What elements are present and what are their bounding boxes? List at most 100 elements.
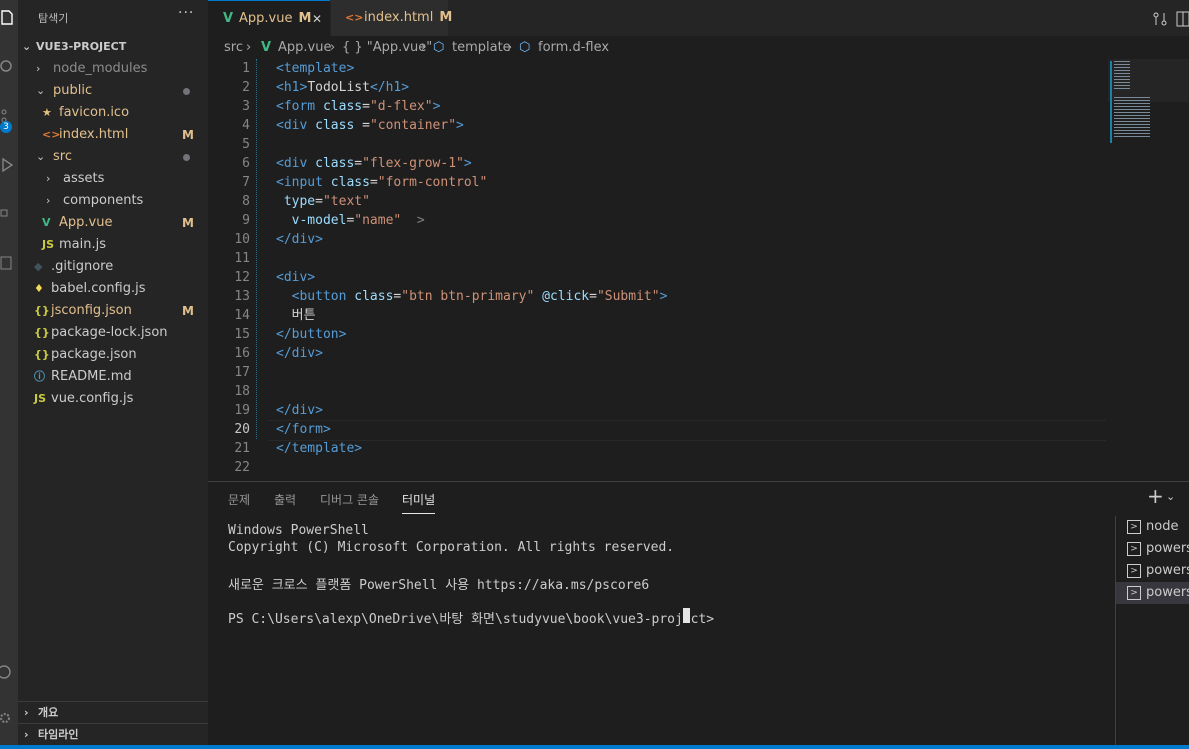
file-item[interactable]: <> index.html M bbox=[18, 124, 204, 146]
code-token: type bbox=[283, 194, 316, 209]
terminal-name: node bbox=[1146, 519, 1179, 534]
project-name: VUE3-PROJECT bbox=[36, 40, 127, 53]
code-line: v-model="name" > bbox=[276, 211, 425, 230]
folder-item[interactable]: ⌄ src bbox=[18, 146, 204, 168]
tab-problems[interactable]: 문제 bbox=[228, 491, 250, 508]
folder-item[interactable]: › assets bbox=[18, 168, 204, 190]
file-type-icon: <> bbox=[42, 128, 61, 141]
file-item[interactable]: JS main.js bbox=[18, 234, 204, 256]
terminal-name: powershell bbox=[1146, 563, 1189, 578]
chevron-down-icon[interactable]: ⌄ bbox=[1166, 490, 1175, 503]
file-item[interactable]: {} package-lock.json bbox=[18, 322, 204, 344]
file-item[interactable]: JS vue.config.js bbox=[18, 388, 204, 410]
file-type-icon: ⓘ bbox=[34, 370, 45, 383]
file-item[interactable]: ⓘ README.md bbox=[18, 366, 204, 388]
code-token: </div> bbox=[276, 403, 323, 418]
code-token: = bbox=[589, 289, 597, 304]
minimap[interactable] bbox=[1108, 59, 1189, 159]
tab-debug-console[interactable]: 디버그 콘솔 bbox=[320, 491, 379, 508]
file-item[interactable]: ★ favicon.ico bbox=[18, 102, 204, 124]
file-item[interactable]: V App.vue M bbox=[18, 212, 204, 234]
file-item[interactable]: ◆ .gitignore bbox=[18, 256, 204, 278]
close-icon[interactable]: ✕ bbox=[312, 1, 322, 37]
file-item[interactable]: {} package.json bbox=[18, 344, 204, 366]
tree-item-label: App.vue bbox=[59, 215, 113, 230]
tab-output[interactable]: 출력 bbox=[274, 491, 296, 508]
file-type-icon: JS bbox=[34, 392, 47, 405]
code-line: </div> bbox=[276, 344, 323, 363]
code-token: class bbox=[315, 156, 355, 171]
line-number: 4 bbox=[242, 118, 250, 133]
line-number: 17 bbox=[234, 365, 250, 380]
run-debug-icon[interactable] bbox=[0, 157, 16, 173]
breadcrumb-form[interactable]: form.d-flex bbox=[538, 37, 609, 59]
code-line: <div class="flex-grow-1"> bbox=[276, 154, 472, 173]
tree-item-label: main.js bbox=[59, 237, 106, 252]
project-root[interactable]: ⌄ VUE3-PROJECT bbox=[18, 36, 204, 58]
file-item[interactable]: ♦ babel.config.js bbox=[18, 278, 204, 300]
compare-changes-icon[interactable] bbox=[1152, 11, 1168, 27]
terminal-list-item[interactable]: > powershell bbox=[1116, 538, 1189, 560]
terminal-line: Copyright (C) Microsoft Corporation. All… bbox=[228, 540, 675, 555]
tab-terminal[interactable]: 터미널 bbox=[402, 491, 436, 514]
search-icon[interactable] bbox=[0, 60, 16, 76]
code-line: <form class="d-flex"> bbox=[276, 97, 440, 116]
folder-item[interactable]: › components bbox=[18, 190, 204, 212]
code-line: type="text" bbox=[276, 192, 370, 211]
remote-explorer-icon[interactable] bbox=[0, 255, 16, 271]
code-token: class bbox=[330, 175, 370, 190]
code-token: > bbox=[416, 213, 425, 228]
modified-badge: M bbox=[182, 128, 194, 142]
gear-icon[interactable] bbox=[0, 710, 16, 726]
code-token: TodoList bbox=[307, 80, 370, 95]
breadcrumb-src[interactable]: src bbox=[224, 37, 243, 59]
html-file-icon: <> bbox=[345, 11, 364, 24]
explorer-icon[interactable] bbox=[0, 10, 16, 26]
tree-item-label: favicon.ico bbox=[59, 105, 130, 120]
chevron-right-icon: › bbox=[46, 194, 51, 207]
file-item[interactable]: {} jsconfig.json M bbox=[18, 300, 204, 322]
element-icon: ⬡ bbox=[433, 40, 445, 55]
code-token: "form-control" bbox=[377, 175, 488, 190]
code-token: > bbox=[432, 99, 441, 114]
timeline-section[interactable]: › 타임라인 bbox=[18, 723, 208, 746]
terminal-list-item[interactable]: > powershell bbox=[1116, 560, 1189, 582]
code-token: > bbox=[456, 118, 464, 133]
line-number: 20 bbox=[234, 422, 250, 437]
line-number: 19 bbox=[234, 403, 250, 418]
breadcrumb-module[interactable]: { } "App.vue" bbox=[342, 37, 432, 59]
file-type-icon: ★ bbox=[42, 106, 52, 119]
tab-index-html[interactable]: <> index.html M bbox=[331, 0, 452, 36]
code-editor[interactable]: 1 <template> 2 <h1>TodoList</h1> 3 <form clas… bbox=[208, 59, 1189, 480]
explorer-title: 탐색기 bbox=[38, 12, 69, 25]
line-number: 14 bbox=[234, 308, 250, 323]
code-token: <h1> bbox=[276, 80, 308, 95]
breadcrumb-file[interactable]: App.vue bbox=[278, 37, 331, 59]
extensions-icon[interactable] bbox=[0, 205, 16, 221]
file-type-icon: JS bbox=[42, 238, 55, 251]
tab-app-vue[interactable]: V App.vue M ✕ bbox=[208, 0, 330, 37]
terminal-list-item[interactable]: > powershell bbox=[1116, 582, 1189, 604]
folder-item[interactable]: › node_modules bbox=[18, 58, 204, 80]
code-line: </form> bbox=[276, 420, 331, 439]
account-icon[interactable] bbox=[0, 664, 16, 680]
more-actions-icon[interactable]: ··· bbox=[178, 5, 194, 21]
modified-dot bbox=[183, 154, 190, 161]
folder-item[interactable]: ⌄ public bbox=[18, 80, 204, 102]
tree-item-label: node_modules bbox=[53, 61, 148, 76]
activity-bar: 3 bbox=[0, 0, 18, 745]
line-number: 15 bbox=[234, 327, 250, 342]
add-terminal-icon[interactable]: + bbox=[1147, 484, 1164, 508]
split-editor-icon[interactable] bbox=[1176, 11, 1189, 27]
breadcrumb-template[interactable]: template bbox=[452, 37, 511, 59]
tree-item-label: index.html bbox=[59, 127, 129, 142]
code-line: <button class="btn btn-primary" @click="… bbox=[276, 287, 668, 306]
terminal-list-item[interactable]: > node bbox=[1116, 516, 1189, 538]
outline-section[interactable]: › 개요 bbox=[18, 701, 208, 724]
code-line: <template> bbox=[276, 59, 354, 78]
modified-badge: M bbox=[182, 216, 194, 230]
code-token: </h1> bbox=[369, 80, 410, 95]
tree-item-label: vue.config.js bbox=[51, 391, 134, 406]
